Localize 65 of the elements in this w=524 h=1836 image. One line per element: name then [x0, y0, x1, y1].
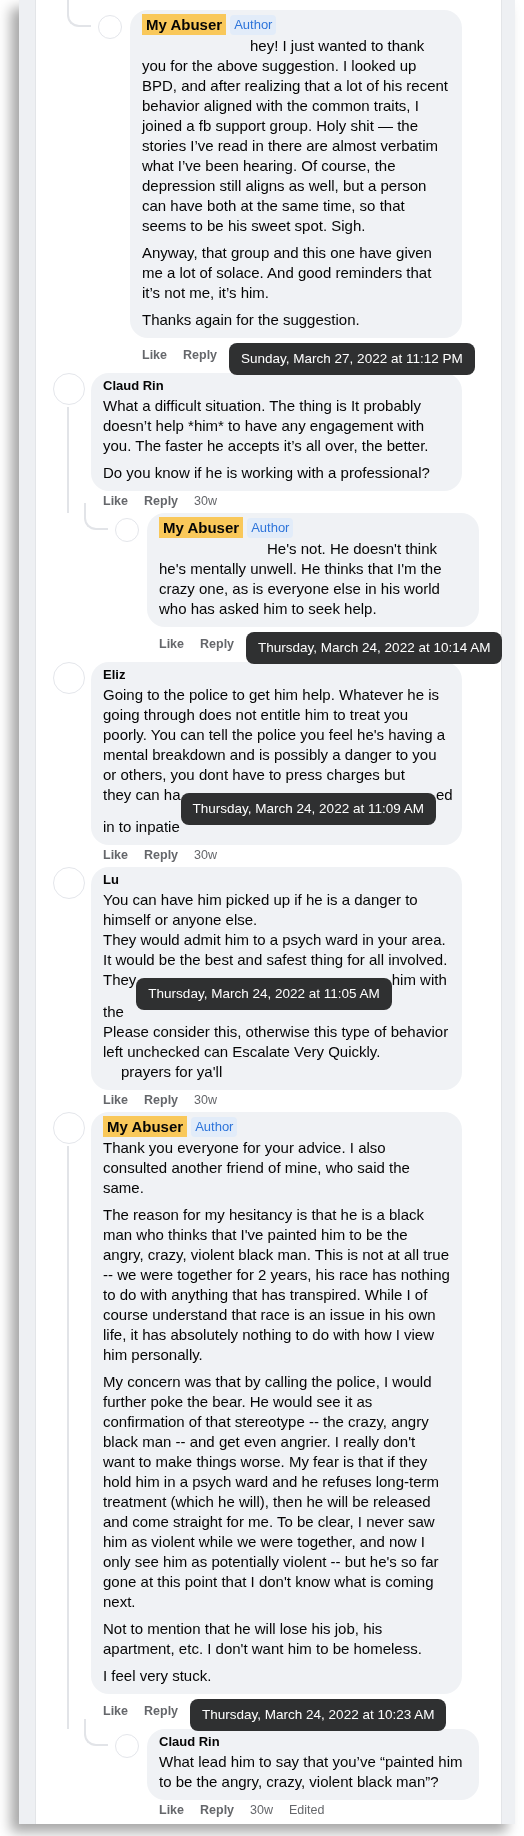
reply-link[interactable]: Reply: [144, 1701, 179, 1721]
avatar[interactable]: [53, 867, 85, 899]
tooltip: Thursday, March 24, 2022 at 10:23 AM: [190, 1699, 447, 1731]
edited-label: Edited: [289, 1802, 325, 1820]
comment-text: The reason for my hesitancy is that he is a black man who thinks that I've painted him to be the angry, crazy, violent black man. This is not at all true -- we were together for 2 years, his race has nothing to do with anything that has transpired. While I of course understand that race is an issue in his own life, it has absolutely nothing to do with how I view him personally.: [103, 1205, 450, 1365]
author-name[interactable]: Eliz: [103, 666, 126, 684]
author-name[interactable]: My Abuser: [159, 517, 244, 538]
like-link[interactable]: Like: [159, 1801, 184, 1820]
avatar[interactable]: [53, 373, 85, 405]
thread-connector: [84, 503, 108, 530]
comment-text: Thank you everyone for your advice. I also consulted another friend of mine, who said the same.: [103, 1138, 411, 1198]
comment-text: Not to mention that he will lose his job, his apartment, etc. I don't want him to be homeless.: [103, 1619, 423, 1659]
comment-text: Thanks again for the suggestion.: [142, 310, 361, 330]
avatar[interactable]: [115, 1734, 139, 1758]
comment-text: I feel very stuck.: [103, 1666, 213, 1686]
author-badge: Author: [230, 14, 277, 35]
avatar[interactable]: [53, 1112, 85, 1144]
comment-text: Do you know if he is working with a professional?: [103, 463, 431, 483]
author-name[interactable]: My Abuser: [142, 14, 227, 35]
tooltip: Sunday, March 27, 2022 at 11:12 PM: [229, 343, 475, 375]
reply-link[interactable]: Reply: [144, 492, 179, 511]
reply-link[interactable]: Reply: [144, 1091, 179, 1110]
comment-text: they can ha: [103, 785, 181, 805]
like-link[interactable]: Like: [103, 1701, 128, 1721]
comment-text: They: [103, 970, 137, 990]
timestamp[interactable]: 30w: [194, 492, 217, 511]
reply-link[interactable]: Reply: [144, 846, 179, 865]
comment-text: My concern was that by calling the police, I would further poke the bear. He would see it as confirmation of that stereotype -- the crazy, angry black man -- and get even angrier. I really don't want to make things worse. My fear is that if they hold him in a psych ward and he refuses long-term treatment (which he will), then he will be released and come straight for me. To be clear, I never saw him as violent while we were together, and now I only see him as potentially violent -- but he's so far gone at this point that I don't know what is coming next.: [103, 1372, 440, 1612]
author-name[interactable]: Claud Rin: [103, 377, 164, 395]
comment-text: him with: [391, 970, 447, 990]
comment-text: He's not. He doesn't think he's mentally unwell. He thinks that I'm the crazy one, as is everyone else in his world who has asked him to seek help.: [159, 539, 443, 619]
author-name[interactable]: Claud Rin: [159, 1733, 220, 1751]
timestamp[interactable]: 30w: [250, 1801, 273, 1820]
comment-text: Anyway, that group and this one have given me a lot of solace. And good reminders that it’s not me, it’s him.: [142, 243, 433, 303]
like-link[interactable]: Like: [103, 846, 128, 865]
comment-text: ed: [435, 785, 453, 805]
like-link[interactable]: Like: [159, 634, 184, 654]
avatar[interactable]: [115, 518, 139, 542]
tooltip: Thursday, March 24, 2022 at 11:09 AM: [180, 793, 436, 825]
reply-link[interactable]: Reply: [200, 1801, 235, 1820]
like-link[interactable]: Like: [142, 345, 167, 365]
comment-text: hey! I just wanted to thank you for the above suggestion. I looked up BPD, and after realizing that a lot of his recent behavior aligned with the common traits, I joined a fb support group. Holy shit — the stories I’ve read in there are almost verbatim what I’ve been hearing. Of course, the depression still aligns as well, but a person can have both at the same time, so that seems to be his sweet spot. Sigh.: [142, 36, 449, 236]
comment-text: They would admit him to a psych ward in your area. It would be the best and safest thing for all involved.: [103, 930, 449, 970]
timestamp[interactable]: 30w: [194, 846, 217, 865]
author-name[interactable]: Lu: [103, 871, 119, 889]
author-badge: Author: [191, 1116, 238, 1137]
timestamp[interactable]: 30w: [194, 1091, 217, 1110]
comment-text: You can have him picked up if he is a danger to himself or anyone else.: [103, 890, 419, 930]
reply-link[interactable]: Reply: [200, 634, 235, 654]
thread-connector: [84, 1719, 108, 1746]
like-link[interactable]: Like: [103, 492, 128, 511]
author-badge: Author: [247, 517, 294, 538]
comment-text: the: [103, 1002, 125, 1022]
reply-link[interactable]: Reply: [183, 345, 218, 365]
comment-text: What lead him to say that you’ve “painted him to be the angry, crazy, violent black man”?: [159, 1752, 464, 1792]
comment-text: prayers for ya'll: [120, 1062, 224, 1082]
tooltip: Thursday, March 24, 2022 at 10:14 AM: [246, 632, 503, 664]
like-link[interactable]: Like: [103, 1091, 128, 1110]
avatar[interactable]: [53, 662, 85, 694]
avatar[interactable]: [98, 15, 122, 39]
author-name[interactable]: My Abuser: [103, 1116, 188, 1137]
comment-text: What a difficult situation. The thing is It probably doesn’t help *him* to have any engagement with you. The faster he accepts it’s all over, the better.: [103, 396, 430, 456]
comment-text: in to inpatie: [103, 817, 181, 837]
tooltip: Thursday, March 24, 2022 at 11:05 AM: [136, 978, 392, 1010]
comment-text: Please consider this, otherwise this type of behavior left unchecked can Escalate Very Quickly.: [103, 1022, 450, 1062]
